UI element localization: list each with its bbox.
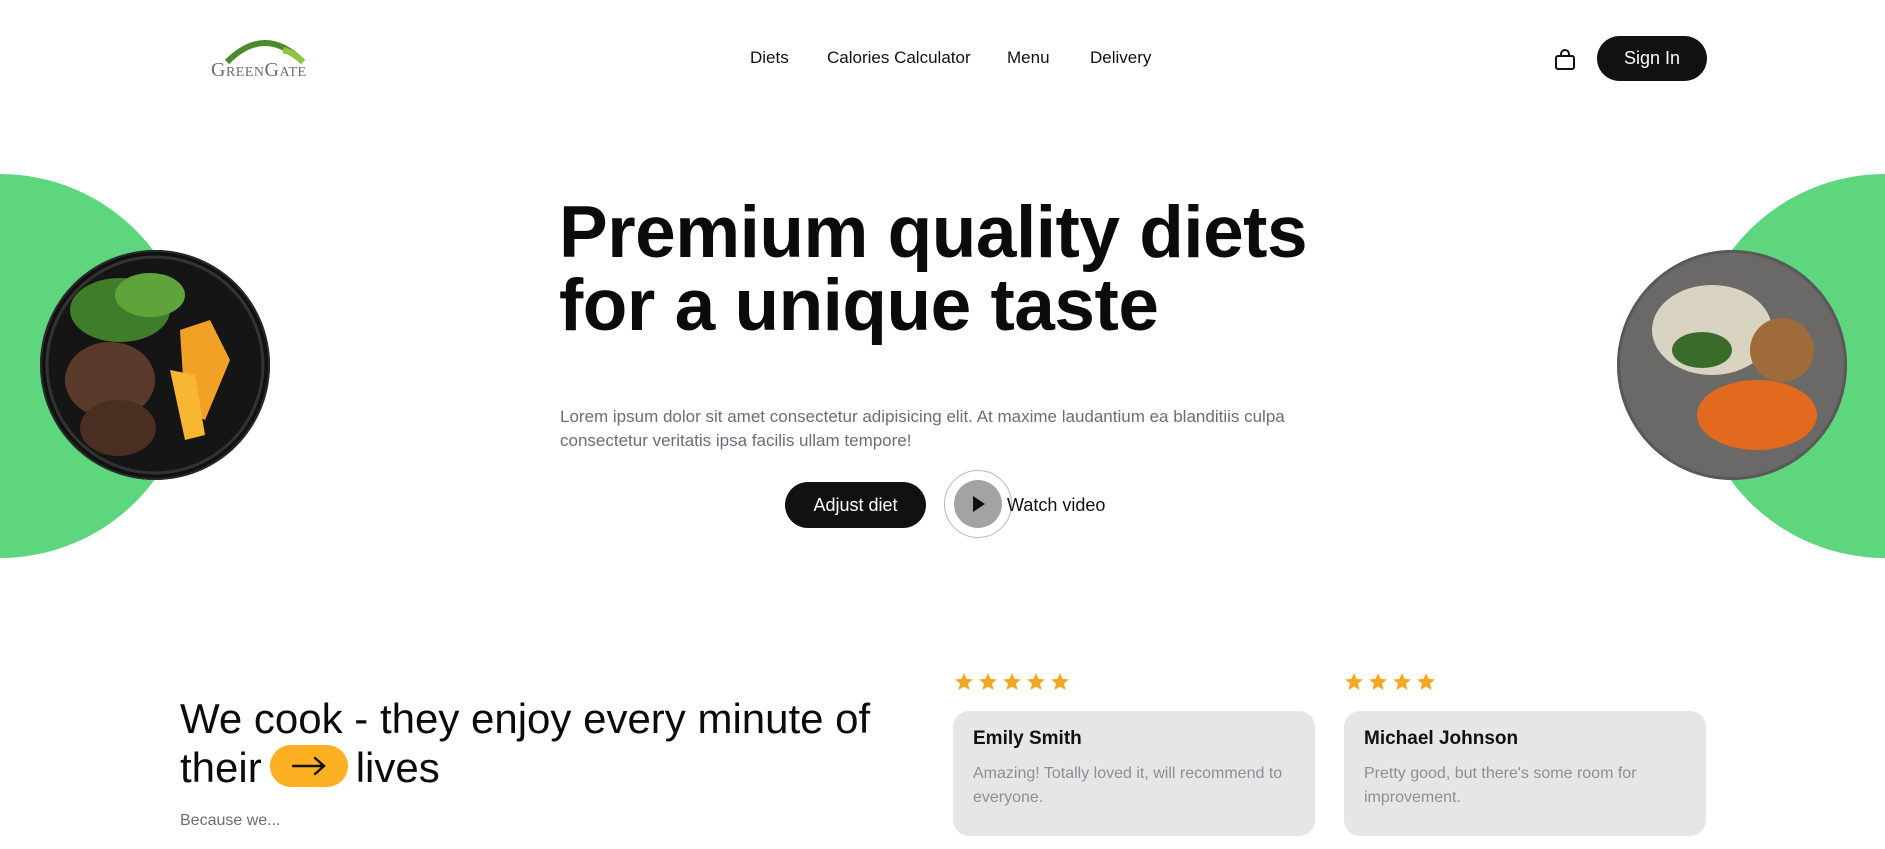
hero-title-line-2: for a unique taste [559,265,1159,346]
nav-item-menu[interactable]: Menu [1007,48,1050,68]
reviewer-name: Michael Johnson [1364,728,1519,749]
arrow-right-icon[interactable] [269,744,348,787]
star-icon [1027,673,1045,690]
nav-item-diets[interactable]: Diets [750,48,789,68]
salad-plate-image [1617,250,1847,480]
section-title-part-2: their [180,744,262,791]
hero-description: Lorem ipsum dolor sit amet consectetur a… [560,407,1285,450]
watch-video-label: Watch video [1007,495,1106,515]
star-icon [1369,673,1387,690]
sign-in-button[interactable]: Sign In [1597,36,1707,81]
star-icon [955,673,973,690]
nav-item-calories-calculator[interactable]: Calories Calculator [827,48,971,68]
star-icon [1051,673,1069,690]
review-text: Amazing! Totally loved it, will recommen… [973,765,1283,806]
star-icon [1003,673,1021,690]
section-title-part-1: We cook - they enjoy every minute of [180,695,871,742]
review-rating-1 [954,672,1070,694]
star-icon [1345,673,1363,690]
review-card-2: Michael Johnson Pretty good, but there's… [1344,711,1706,836]
watch-video-button[interactable]: Watch video [944,470,1124,540]
review-rating-2 [1344,672,1436,694]
star-icon [1417,673,1435,690]
section-subtitle: Because we... [180,812,281,829]
section-title-part-3: lives [355,744,440,791]
landing-page: GreenGate Diets Calories Calculator Menu… [0,0,1885,849]
shopping-bag-icon[interactable] [1553,48,1577,72]
star-icon [979,673,997,690]
review-card-1: Emily Smith Amazing! Totally loved it, w… [953,711,1315,836]
review-text: Pretty good, but there's some room for i… [1364,765,1637,806]
hero-title-line-1: Premium quality diets [559,192,1308,273]
star-icon [1393,673,1411,690]
reviewer-name: Emily Smith [973,728,1082,749]
nav-item-delivery[interactable]: Delivery [1090,48,1151,68]
steak-plate-image [40,250,270,480]
hero-title: Premium quality diets for a unique taste [559,196,1319,342]
adjust-diet-button[interactable]: Adjust diet [785,482,926,528]
section-title: We cook - they enjoy every minute of the… [180,694,960,792]
play-icon[interactable] [954,480,1002,528]
